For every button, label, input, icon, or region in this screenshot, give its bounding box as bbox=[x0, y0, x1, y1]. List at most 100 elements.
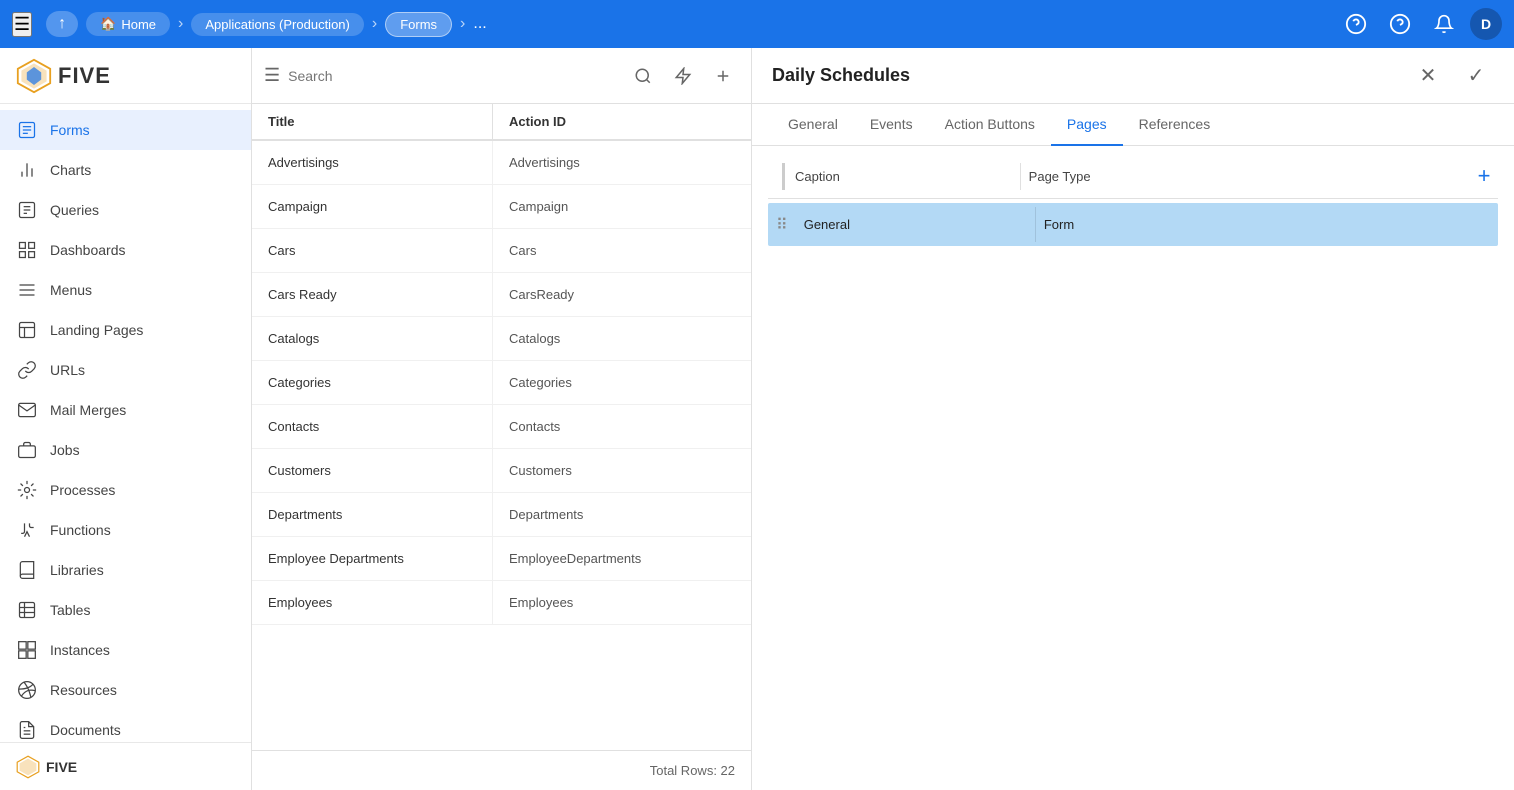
sidebar-item-functions[interactable]: Functions bbox=[0, 510, 251, 550]
table-row[interactable]: Employee Departments EmployeeDepartments bbox=[252, 537, 751, 581]
applications-breadcrumb[interactable]: Applications (Production) bbox=[191, 13, 364, 36]
page-caption: General bbox=[796, 207, 1035, 242]
main-layout: FIVE Forms Charts Queries Dashboards Men… bbox=[0, 48, 1514, 790]
tab-references[interactable]: References bbox=[1123, 104, 1227, 146]
tables-icon bbox=[16, 599, 38, 621]
menu-icon[interactable]: ☰ bbox=[12, 12, 32, 37]
upload-button[interactable]: ↑ bbox=[46, 11, 78, 37]
table-row[interactable]: Cars Cars bbox=[252, 229, 751, 273]
sidebar-item-dashboards[interactable]: Dashboards bbox=[0, 230, 251, 270]
user-avatar[interactable]: D bbox=[1470, 8, 1502, 40]
row-title: Contacts bbox=[252, 405, 492, 448]
sidebar-item-label-menus: Menus bbox=[50, 282, 92, 298]
tab-events[interactable]: Events bbox=[854, 104, 929, 146]
sidebar-item-mail-merges[interactable]: Mail Merges bbox=[0, 390, 251, 430]
sidebar: FIVE Forms Charts Queries Dashboards Men… bbox=[0, 48, 252, 790]
jobs-icon bbox=[16, 439, 38, 461]
sidebar-item-queries[interactable]: Queries bbox=[0, 190, 251, 230]
caption-column-header: Caption bbox=[782, 163, 1020, 190]
table-row[interactable]: Advertisings Advertisings bbox=[252, 141, 751, 185]
save-button[interactable]: ✓ bbox=[1458, 58, 1494, 94]
notifications-icon[interactable] bbox=[1426, 6, 1462, 42]
forms-breadcrumb[interactable]: Forms bbox=[385, 12, 452, 37]
lightning-button[interactable] bbox=[667, 60, 699, 92]
bottom-logo-text: FIVE bbox=[46, 759, 77, 775]
row-title: Employees bbox=[252, 581, 492, 624]
row-title: Customers bbox=[252, 449, 492, 492]
sidebar-bottom-logo: FIVE bbox=[0, 742, 251, 790]
detail-title: Daily Schedules bbox=[772, 65, 1398, 86]
table-row[interactable]: Customers Customers bbox=[252, 449, 751, 493]
sidebar-item-label-jobs: Jobs bbox=[50, 442, 80, 458]
page-row[interactable]: ⠿ General Form bbox=[768, 203, 1498, 246]
charts-icon bbox=[16, 159, 38, 181]
row-action-id: Advertisings bbox=[492, 141, 751, 184]
sidebar-logo: FIVE bbox=[0, 48, 251, 104]
detail-content: Caption Page Type + ⠿ General Form bbox=[752, 146, 1514, 790]
detail-tabs: GeneralEventsAction ButtonsPagesReferenc… bbox=[752, 104, 1514, 146]
logo-text: FIVE bbox=[58, 63, 111, 89]
sidebar-item-label-dashboards: Dashboards bbox=[50, 242, 126, 258]
breadcrumb-arrow-3: › bbox=[460, 15, 465, 33]
row-title: Departments bbox=[252, 493, 492, 536]
search-button[interactable] bbox=[627, 60, 659, 92]
mail-merges-icon bbox=[16, 399, 38, 421]
add-button[interactable] bbox=[707, 60, 739, 92]
sidebar-item-forms[interactable]: Forms bbox=[0, 110, 251, 150]
title-column-header: Title bbox=[252, 104, 492, 139]
add-page-button[interactable]: + bbox=[1470, 162, 1498, 190]
logo-icon bbox=[16, 58, 52, 94]
forms-icon bbox=[16, 119, 38, 141]
tab-general[interactable]: General bbox=[772, 104, 854, 146]
table-row[interactable]: Catalogs Catalogs bbox=[252, 317, 751, 361]
sidebar-item-label-libraries: Libraries bbox=[50, 562, 104, 578]
tab-action-buttons[interactable]: Action Buttons bbox=[929, 104, 1051, 146]
table-row[interactable]: Cars Ready CarsReady bbox=[252, 273, 751, 317]
sidebar-item-label-urls: URLs bbox=[50, 362, 85, 378]
sidebar-item-label-charts: Charts bbox=[50, 162, 91, 178]
row-action-id: EmployeeDepartments bbox=[492, 537, 751, 580]
sidebar-item-label-forms: Forms bbox=[50, 122, 90, 138]
home-breadcrumb[interactable]: 🏠 Home bbox=[86, 12, 170, 36]
sidebar-item-label-mail-merges: Mail Merges bbox=[50, 402, 126, 418]
breadcrumb-more[interactable]: ... bbox=[473, 15, 486, 33]
sidebar-item-resources[interactable]: Resources bbox=[0, 670, 251, 710]
breadcrumb-arrow-2: › bbox=[372, 15, 377, 33]
close-button[interactable]: ✕ bbox=[1410, 58, 1446, 94]
action-id-column-header: Action ID bbox=[492, 104, 751, 139]
table-row[interactable]: Departments Departments bbox=[252, 493, 751, 537]
sidebar-item-charts[interactable]: Charts bbox=[0, 150, 251, 190]
row-title: Campaign bbox=[252, 185, 492, 228]
search-input[interactable] bbox=[288, 68, 619, 84]
help-icon[interactable] bbox=[1382, 6, 1418, 42]
content-area: ☰ Title Action ID Advertisings Adve bbox=[252, 48, 1514, 790]
sidebar-item-tables[interactable]: Tables bbox=[0, 590, 251, 630]
filter-icon[interactable]: ☰ bbox=[264, 65, 280, 86]
sidebar-item-urls[interactable]: URLs bbox=[0, 350, 251, 390]
processes-icon bbox=[16, 479, 38, 501]
row-title: Catalogs bbox=[252, 317, 492, 360]
sidebar-item-documents[interactable]: Documents bbox=[0, 710, 251, 742]
drag-handle[interactable]: ⠿ bbox=[768, 215, 796, 235]
tab-pages[interactable]: Pages bbox=[1051, 104, 1123, 146]
list-toolbar: ☰ bbox=[252, 48, 751, 104]
dashboards-icon bbox=[16, 239, 38, 261]
row-title: Cars bbox=[252, 229, 492, 272]
resources-icon bbox=[16, 679, 38, 701]
table-row[interactable]: Categories Categories bbox=[252, 361, 751, 405]
pages-table: Caption Page Type + ⠿ General Form bbox=[768, 162, 1498, 246]
sidebar-items: Forms Charts Queries Dashboards Menus La… bbox=[0, 104, 251, 742]
sidebar-item-instances[interactable]: Instances bbox=[0, 630, 251, 670]
sidebar-item-jobs[interactable]: Jobs bbox=[0, 430, 251, 470]
table-row[interactable]: Contacts Contacts bbox=[252, 405, 751, 449]
sidebar-item-menus[interactable]: Menus bbox=[0, 270, 251, 310]
sidebar-item-libraries[interactable]: Libraries bbox=[0, 550, 251, 590]
row-action-id: Cars bbox=[492, 229, 751, 272]
table-row[interactable]: Employees Employees bbox=[252, 581, 751, 625]
top-bar: ☰ ↑ 🏠 Home › Applications (Production) ›… bbox=[0, 0, 1514, 48]
sidebar-item-processes[interactable]: Processes bbox=[0, 470, 251, 510]
support-icon[interactable] bbox=[1338, 6, 1374, 42]
list-footer: Total Rows: 22 bbox=[252, 750, 751, 790]
sidebar-item-landing-pages[interactable]: Landing Pages bbox=[0, 310, 251, 350]
table-row[interactable]: Campaign Campaign bbox=[252, 185, 751, 229]
